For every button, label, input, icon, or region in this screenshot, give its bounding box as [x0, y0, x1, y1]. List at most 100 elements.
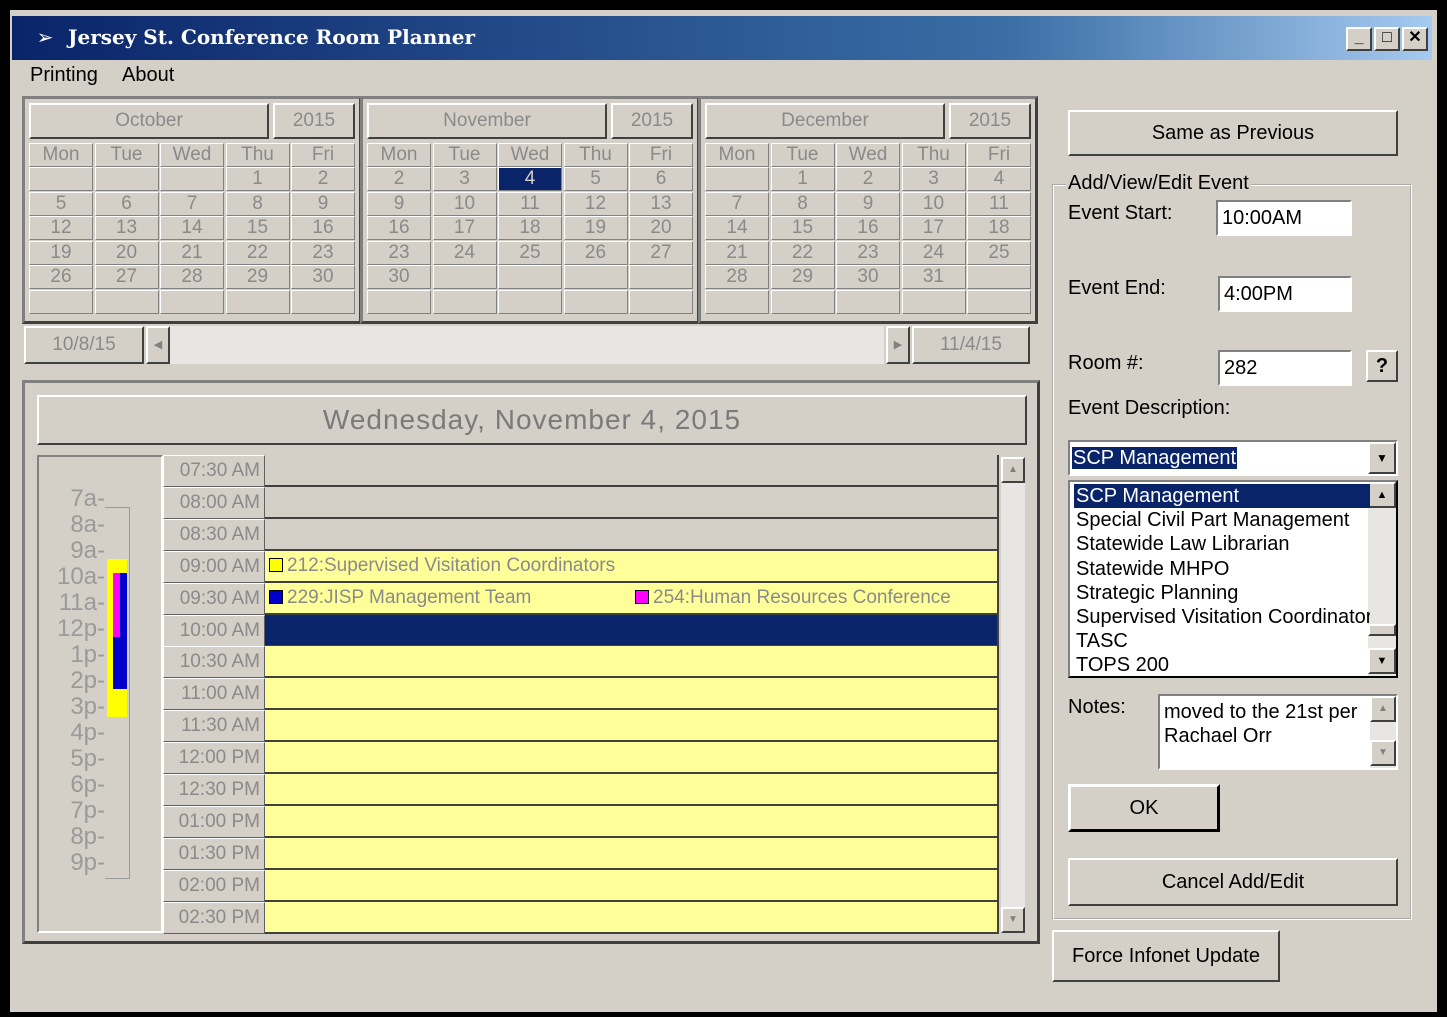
calendar-day[interactable]: 22 [770, 240, 835, 265]
event-block[interactable]: 254:Human Resources Conference [635, 587, 951, 609]
calendar-day[interactable]: 5 [563, 167, 628, 191]
room-help-button[interactable]: ? [1366, 350, 1398, 382]
time-slot-row[interactable] [265, 742, 999, 775]
event-end-input[interactable]: 4:00PM [1218, 276, 1352, 312]
description-option[interactable]: TOPS 200 [1074, 653, 1370, 677]
time-slot-row[interactable] [265, 518, 999, 551]
calendar-day[interactable]: 4 [498, 167, 562, 191]
close-button[interactable]: ✕ [1402, 27, 1428, 51]
calendar-day[interactable]: 22 [225, 240, 290, 265]
menu-about[interactable]: About [122, 64, 174, 87]
time-slot-row[interactable] [265, 678, 999, 711]
prev-date-box[interactable]: 10/8/15 [24, 326, 144, 364]
calendar-day[interactable]: 12 [563, 191, 628, 216]
calendar-day[interactable]: 8 [225, 191, 290, 216]
day-scrollbar[interactable]: ▲ ▼ [1001, 457, 1025, 933]
calendar-day[interactable]: 30 [836, 265, 900, 289]
calendar-day[interactable]: 23 [367, 240, 431, 265]
event-block[interactable]: 212:Supervised Visitation Coordinators [269, 555, 615, 577]
calendar-day[interactable]: 20 [94, 240, 159, 265]
calendar-day[interactable]: 14 [160, 216, 224, 240]
maximize-button[interactable]: □ [1374, 27, 1400, 51]
list-scroll-thumb[interactable] [1368, 624, 1396, 636]
description-option[interactable]: SCP Management [1074, 484, 1370, 508]
calendar-day[interactable]: 10 [901, 191, 966, 216]
description-option[interactable]: Supervised Visitation Coordinator: [1074, 605, 1370, 629]
calendar-day[interactable]: 27 [94, 265, 159, 289]
description-option[interactable]: TASC [1074, 629, 1370, 653]
calendar-day[interactable]: 25 [498, 240, 562, 265]
calendar-day[interactable]: 29 [770, 265, 835, 289]
calendar-day[interactable]: 2 [291, 167, 355, 191]
scroll-down-button[interactable]: ▼ [1001, 907, 1025, 933]
calendar-day[interactable]: 17 [901, 216, 966, 240]
minimize-button[interactable]: _ [1346, 27, 1372, 51]
description-option[interactable]: Statewide Law Librarian [1074, 532, 1370, 556]
calendar-day[interactable]: 11 [967, 191, 1031, 216]
list-scroll-down-icon[interactable]: ▼ [1368, 648, 1396, 674]
scroll-up-button[interactable]: ▲ [1001, 457, 1025, 483]
calendar-day[interactable]: 13 [94, 216, 159, 240]
time-slot-row[interactable] [265, 837, 999, 870]
calendar-day[interactable]: 14 [705, 216, 769, 240]
calendar-day[interactable]: 1 [770, 167, 835, 191]
month-scroll-track[interactable] [170, 326, 884, 364]
calendar-day[interactable]: 29 [225, 265, 290, 289]
calendar-day[interactable]: 5 [29, 191, 93, 216]
time-slot-row[interactable] [265, 646, 999, 679]
calendar-day[interactable]: 8 [770, 191, 835, 216]
description-dropdown-list[interactable]: ▲ ▼ SCP Management Special Civil Part Man… [1068, 480, 1398, 678]
calendar-day[interactable]: 30 [291, 265, 355, 289]
time-slot-row[interactable] [265, 774, 999, 806]
calendar-november[interactable]: November 2015 Mon Tue Wed Thu Fri 2 3 4 5 6 9 10 11 12 1… [360, 96, 700, 324]
force-infonet-update-button[interactable]: Force Infonet Update [1052, 930, 1280, 982]
scroll-right-button[interactable]: ▶ [886, 326, 910, 364]
calendar-day[interactable]: 25 [967, 240, 1031, 265]
list-scrollbar[interactable]: ▲ ▼ [1368, 482, 1396, 676]
time-slot-row[interactable] [265, 901, 999, 934]
time-slot-row[interactable] [265, 805, 999, 838]
calendar-day[interactable]: 7 [705, 191, 769, 216]
calendar-day[interactable]: 4 [967, 167, 1031, 191]
calendar-day[interactable]: 15 [225, 216, 290, 240]
time-slot-row[interactable] [265, 614, 999, 647]
calendar-day[interactable]: 7 [160, 191, 224, 216]
calendar-day[interactable]: 19 [29, 240, 93, 265]
calendar-day[interactable]: 16 [291, 216, 355, 240]
calendar-day[interactable]: 1 [225, 167, 290, 191]
calendar-day[interactable]: 20 [629, 216, 693, 240]
calendar-day[interactable]: 30 [367, 265, 431, 289]
description-option[interactable]: Strategic Planning [1074, 581, 1370, 605]
calendar-day[interactable]: 9 [291, 191, 355, 216]
calendar-day[interactable]: 9 [367, 191, 431, 216]
calendar-day[interactable]: 23 [291, 240, 355, 265]
calendar-day[interactable]: 9 [836, 191, 900, 216]
calendar-day[interactable]: 15 [770, 216, 835, 240]
list-scroll-up-icon[interactable]: ▲ [1368, 482, 1396, 508]
calendar-day[interactable]: 12 [29, 216, 93, 240]
calendar-day[interactable]: 18 [498, 216, 562, 240]
calendar-day[interactable]: 21 [160, 240, 224, 265]
calendar-day[interactable]: 2 [367, 167, 431, 191]
notes-scrollbar[interactable]: ▲ ▼ [1370, 696, 1396, 768]
calendar-day[interactable]: 6 [94, 191, 159, 216]
calendar-day[interactable]: 19 [563, 216, 628, 240]
room-input[interactable]: 282 [1218, 350, 1352, 386]
calendar-day[interactable]: 18 [967, 216, 1031, 240]
slot-column[interactable]: 212:Supervised Visitation Coordinators 22… [265, 455, 999, 934]
calendar-day[interactable]: 24 [901, 240, 966, 265]
description-combobox[interactable]: SCP Management ▼ [1068, 440, 1398, 476]
cancel-add-edit-button[interactable]: Cancel Add/Edit [1068, 858, 1398, 906]
calendar-day[interactable]: 6 [629, 167, 693, 191]
calendar-day[interactable]: 27 [629, 240, 693, 265]
event-block[interactable]: 229:JISP Management Team [269, 587, 531, 609]
calendar-day[interactable]: 26 [29, 265, 93, 289]
time-slot-row[interactable] [265, 486, 999, 519]
calendar-day[interactable]: 11 [498, 191, 562, 216]
calendar-day[interactable]: 16 [367, 216, 431, 240]
calendar-day[interactable]: 24 [432, 240, 497, 265]
notes-scroll-up-icon[interactable]: ▲ [1370, 696, 1396, 722]
calendar-october[interactable]: October 2015 Mon Tue Wed Thu Fri 1 2 5 6 7 8 9 12 13 14 1… [22, 96, 362, 324]
scroll-left-button[interactable]: ◀ [146, 326, 170, 364]
calendar-day[interactable]: 21 [705, 240, 769, 265]
